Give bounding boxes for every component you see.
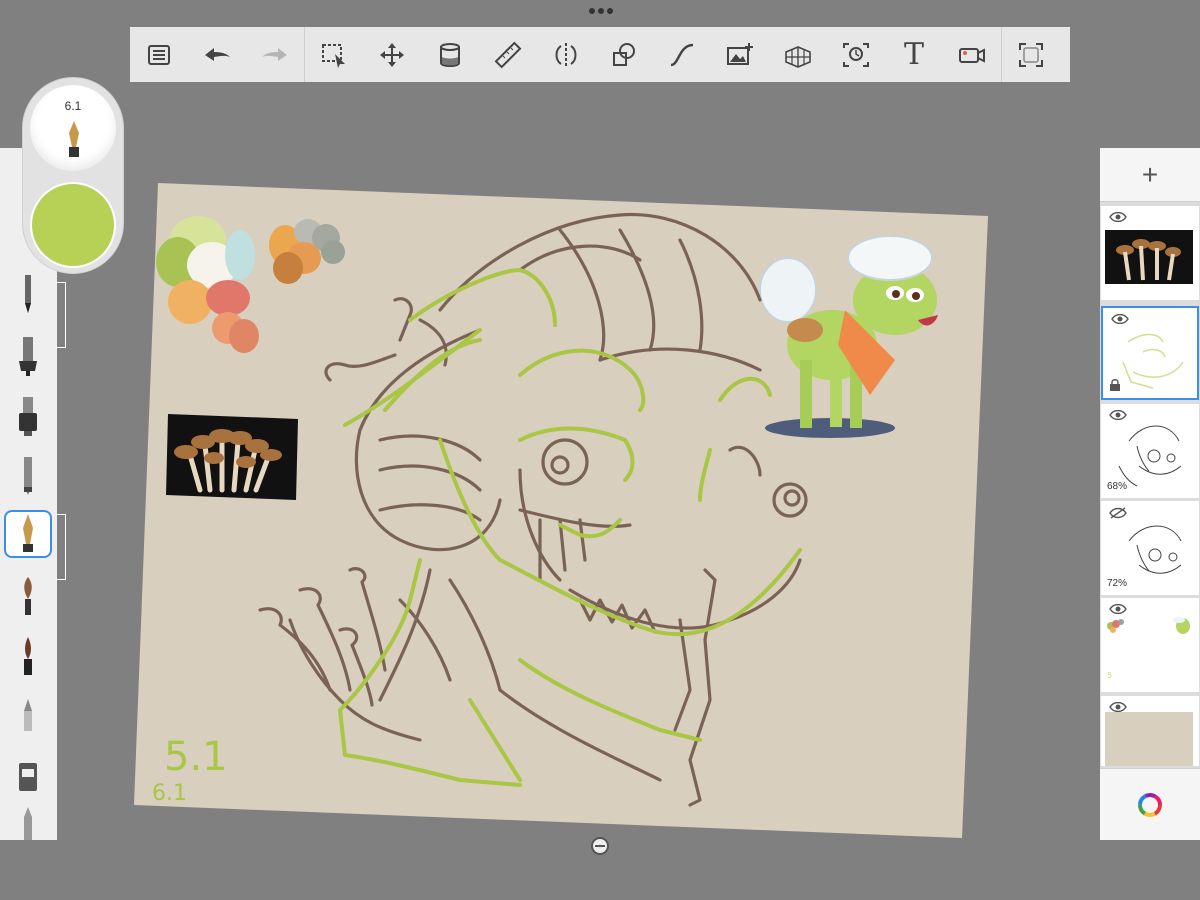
layer-opacity: 68% <box>1107 481 1128 492</box>
pencil-brush[interactable] <box>4 271 52 319</box>
layer-thumbnail <box>1105 712 1193 766</box>
layer-opacity: 72% <box>1107 578 1128 589</box>
layer-green-sketch[interactable] <box>1101 306 1199 400</box>
mushroom-reference-photo <box>166 414 298 500</box>
drawing-canvas[interactable]: 5.1 6.1 <box>0 0 1200 900</box>
rotate-canvas-handle-icon[interactable] <box>590 836 610 856</box>
layer-thumbnail: 5 <box>1107 617 1190 680</box>
canvas-annotation-size-1: 5.1 <box>164 734 228 780</box>
eye-icon[interactable] <box>1109 212 1127 222</box>
fountain-pen-icon <box>69 121 79 157</box>
round-brush[interactable] <box>4 633 52 681</box>
svg-text:5: 5 <box>1107 671 1112 680</box>
airbrush-brush[interactable] <box>4 453 52 501</box>
layer-background[interactable] <box>1101 696 1199 766</box>
blender-brush[interactable] <box>4 806 52 840</box>
layer-lineart[interactable]: 68% <box>1101 404 1199 498</box>
layer-photo[interactable] <box>1101 206 1199 300</box>
fountain-pen-brush[interactable] <box>4 510 52 558</box>
marker-brush[interactable] <box>4 393 52 441</box>
brush-size-value: 6.1 <box>64 99 82 113</box>
layer-thumbnail <box>1122 333 1184 389</box>
lock-icon[interactable] <box>1109 378 1121 392</box>
smudge-brush[interactable] <box>4 753 52 801</box>
brush-size-control[interactable]: 6.1 <box>30 85 116 171</box>
brush-group-bracket <box>56 514 66 580</box>
color-picker-button[interactable] <box>1100 768 1200 840</box>
layer-lineart-2[interactable]: 72% <box>1101 501 1199 595</box>
eraser-brush[interactable] <box>4 693 52 741</box>
brush-group-bracket <box>56 282 66 348</box>
canvas-annotation-size-2: 6.1 <box>152 781 187 806</box>
paint-brush[interactable] <box>4 573 52 621</box>
color-wheel-icon <box>1138 792 1162 817</box>
layer-palette[interactable]: 5 <box>1101 598 1199 692</box>
layer-thumbnail <box>1105 230 1193 284</box>
eye-icon[interactable] <box>1109 702 1127 712</box>
ink-pen-brush[interactable] <box>4 333 52 381</box>
layers-panel: + 68% 72% 5 <box>1100 148 1200 840</box>
add-layer-button[interactable]: + <box>1100 148 1200 202</box>
brush-puck: 6.1 <box>22 77 124 274</box>
brush-color-swatch[interactable] <box>30 182 116 268</box>
